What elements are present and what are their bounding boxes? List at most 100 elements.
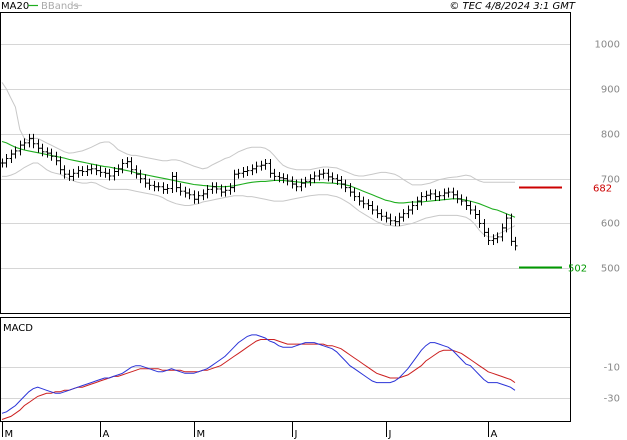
price-bar [120, 158, 125, 174]
price-bar [76, 166, 81, 178]
price-bar [254, 161, 259, 174]
price-bar [361, 196, 366, 209]
macd-main-line [1, 334, 516, 414]
price-bar [192, 190, 197, 204]
price-bar [442, 188, 447, 201]
legend-ma20-label: MA20 [1, 1, 29, 12]
price-bar [210, 182, 215, 194]
price-bar [268, 158, 273, 178]
price-bar [419, 192, 424, 206]
price-bar [228, 183, 233, 195]
price-bar [343, 179, 348, 193]
price-bar [393, 216, 398, 227]
price-bar [183, 186, 188, 198]
price-bar [509, 213, 514, 246]
price-bar [468, 201, 473, 215]
price-bar [281, 173, 286, 184]
support-label: 502 [568, 264, 587, 275]
price-tick-label: 800 [601, 130, 620, 141]
macd-tick-label: -30 [604, 394, 620, 405]
price-bar [446, 187, 451, 198]
price-bar [513, 236, 518, 251]
copyright-timestamp: © TEC 4/8/2024 3:1 GMT [449, 1, 576, 12]
price-bar [147, 178, 152, 190]
price-bar [473, 205, 478, 219]
price-bar [290, 176, 295, 189]
price-bar [464, 196, 469, 211]
price-bar [406, 205, 411, 219]
price-bar [433, 189, 438, 202]
price-bar [236, 168, 241, 179]
price-bar [384, 211, 389, 223]
legend: MA20 BBands [1, 1, 82, 12]
price-bar [0, 158, 5, 168]
price-bar [22, 138, 27, 150]
price-bar [58, 156, 63, 175]
price-bar [375, 205, 380, 219]
price-bar [263, 158, 268, 170]
price-bar [259, 160, 264, 171]
price-bar [112, 167, 117, 181]
price-bar [94, 164, 99, 176]
price-bar [366, 199, 371, 211]
price-bar [232, 169, 237, 193]
price-bar [45, 147, 50, 158]
month-label: J [388, 429, 392, 440]
price-bar [370, 201, 375, 215]
stock-chart: 682502 1000 900 800 700 600 500 -10 -30 M A M J J A… [0, 1, 620, 440]
price-bar [152, 180, 157, 192]
macd-signal-line [1, 339, 516, 420]
price-bar [241, 167, 246, 178]
price-bar [98, 166, 103, 177]
price-bar [410, 201, 415, 215]
price-bar [451, 187, 456, 200]
frames [0, 12, 571, 422]
price-tick-label: 700 [601, 175, 620, 186]
month-label: M [5, 429, 14, 440]
support-resistance-levels: 682502 [519, 184, 612, 275]
price-axis-labels: 1000 900 800 700 600 500 [595, 40, 620, 275]
price-bar [321, 168, 326, 179]
price-bar [156, 182, 161, 192]
price-bar [138, 169, 143, 184]
price-bar [245, 166, 250, 176]
price-bar [477, 210, 482, 228]
price-tick-label: 600 [601, 219, 620, 230]
price-bar [178, 183, 183, 196]
price-bar [250, 164, 255, 176]
price-bar [125, 157, 130, 168]
price-bar [428, 189, 433, 200]
price-bar [214, 182, 219, 194]
price-bar [116, 164, 121, 176]
legend-bbands-label: BBands [41, 1, 79, 12]
price-bar [397, 212, 402, 227]
price-bar [330, 172, 335, 184]
price-tick-label: 1000 [595, 40, 620, 51]
price-bar [54, 151, 59, 166]
price-bar [201, 189, 206, 201]
price-bar [317, 169, 322, 181]
price-bar [223, 185, 228, 197]
price-bar [308, 174, 313, 186]
price-bar [143, 174, 148, 188]
price-bar [107, 168, 112, 181]
bollinger-bands [1, 82, 516, 238]
macd-panel-title: MACD [3, 323, 33, 334]
price-bar [9, 149, 14, 163]
month-label: A [103, 429, 110, 440]
price-bar [4, 154, 9, 168]
month-label: J [294, 429, 298, 440]
price-bar [165, 184, 170, 194]
price-bar [161, 182, 166, 194]
price-bar [401, 209, 406, 222]
price-bar [134, 165, 139, 179]
price-bar [357, 192, 362, 206]
price-bar [36, 139, 41, 153]
macd-tick-label: -10 [604, 363, 620, 374]
price-bar [455, 190, 460, 204]
price-bar [80, 166, 85, 176]
macd-lines: -10 -30 [1, 334, 620, 420]
price-tick-label: 900 [601, 85, 620, 96]
price-bar [379, 209, 384, 221]
price-bar [85, 165, 90, 176]
